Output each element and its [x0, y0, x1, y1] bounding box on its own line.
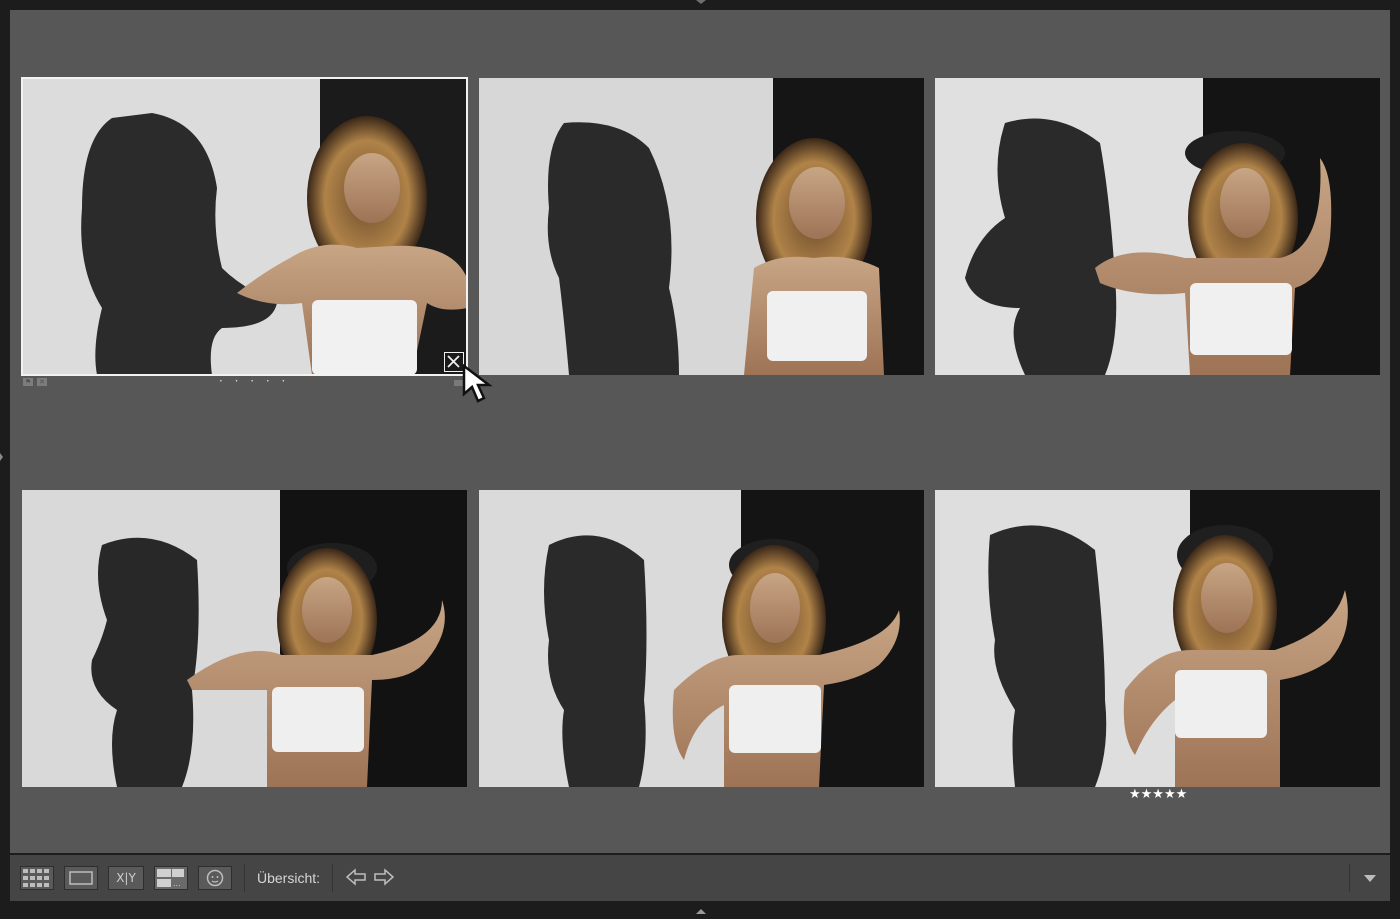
bottom-panel-toggle[interactable] [696, 909, 706, 914]
arrow-left-icon [345, 867, 366, 886]
flag-icon[interactable]: ⚑ [23, 378, 33, 386]
top-panel-toggle[interactable] [696, 0, 706, 4]
photo-6-rating[interactable]: ★★★★★ [1129, 787, 1187, 802]
reject-flag-icon[interactable]: ✕ [37, 378, 47, 386]
svg-text:...: ... [173, 879, 181, 888]
grid-icon [23, 869, 49, 887]
close-icon [447, 355, 460, 368]
deselect-photo-button[interactable] [444, 352, 464, 372]
people-view-button[interactable] [198, 866, 232, 890]
toolbar-divider [1349, 864, 1350, 892]
survey-view-button[interactable]: ... [154, 866, 188, 890]
left-panel-toggle[interactable] [0, 453, 3, 461]
loupe-icon [69, 871, 93, 885]
grid-view-button[interactable] [20, 866, 54, 890]
survey-icon: ... [157, 869, 184, 888]
survey-photo-3[interactable] [935, 78, 1380, 375]
toolbar-divider [332, 864, 334, 892]
compare-view-button[interactable]: X|Y [108, 866, 144, 890]
loupe-view-button[interactable] [64, 866, 98, 890]
survey-photo-4[interactable] [22, 490, 467, 787]
people-icon [206, 869, 224, 887]
survey-photo-2[interactable] [479, 78, 924, 375]
arrow-right-icon [374, 867, 395, 886]
survey-label: Übersicht: [257, 870, 321, 886]
survey-photo-5[interactable] [479, 490, 924, 787]
toolbar: X|Y ... Übersicht: [10, 855, 1390, 901]
photo-1-rating[interactable]: · · · · · [219, 374, 289, 388]
toolbar-menu-triangle-down-icon[interactable] [1364, 874, 1376, 882]
previous-photo-button[interactable] [345, 867, 367, 889]
next-photo-button[interactable] [373, 867, 395, 889]
survey-photo-1[interactable] [21, 77, 468, 376]
survey-photo-6[interactable] [935, 490, 1380, 787]
photo-1-flag-controls[interactable]: ⚑ ✕ [23, 378, 47, 386]
toolbar-divider [244, 864, 245, 892]
